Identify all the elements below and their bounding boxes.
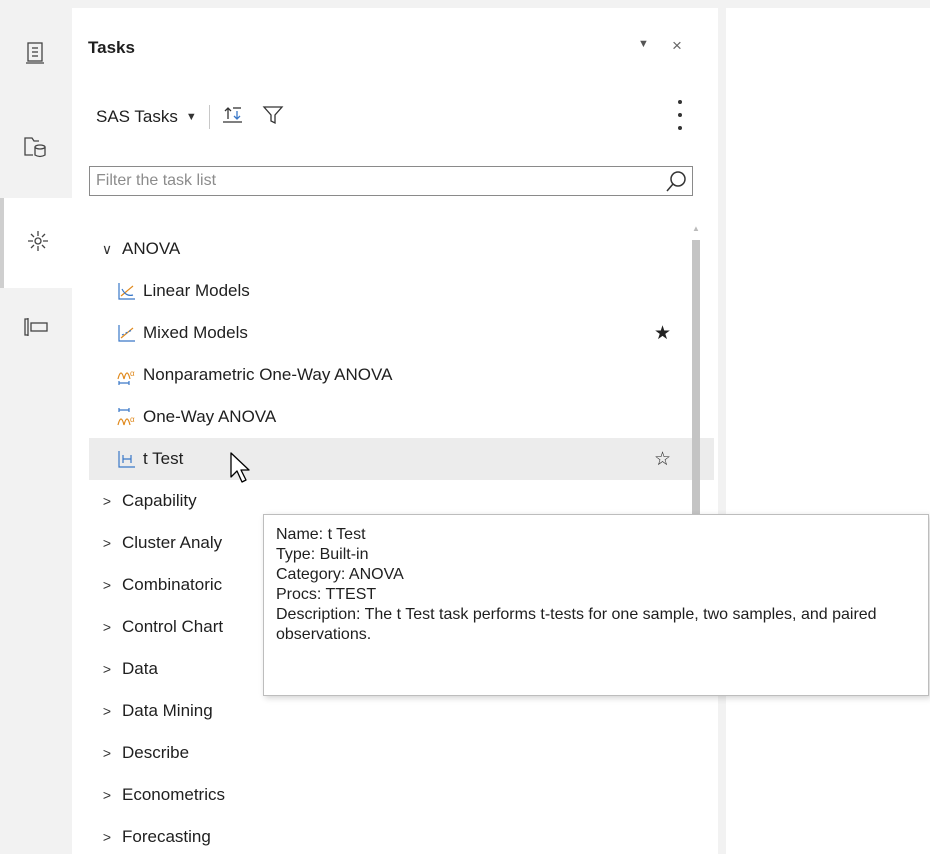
tooltip-name: Name: t Test — [276, 526, 366, 543]
panel-title: Tasks — [88, 38, 135, 57]
filter-icon[interactable] — [262, 104, 284, 131]
chevron-right-icon[interactable]: > — [97, 661, 117, 677]
tree-item-label: One-Way ANOVA — [143, 407, 277, 426]
editor-pane — [726, 8, 930, 854]
toolbar-separator — [208, 105, 210, 129]
mouse-pointer-icon — [229, 451, 259, 496]
one-way-anova-icon: α — [117, 407, 137, 427]
top-border — [72, 0, 930, 8]
chevron-right-icon[interactable]: > — [97, 577, 117, 593]
tree-group-label: Describe — [122, 743, 190, 762]
tree-group-label: Econometrics — [122, 785, 225, 804]
chevron-right-icon[interactable]: > — [97, 787, 117, 803]
tree-item-nonparametric-anova[interactable]: α Nonparametric One-Way ANOVA — [89, 354, 714, 396]
snippets-icon — [23, 316, 49, 343]
tree-item-one-way-anova[interactable]: α One-Way ANOVA — [89, 396, 714, 438]
rail-button-libraries[interactable] — [0, 104, 72, 194]
chevron-right-icon[interactable]: > — [97, 829, 117, 845]
tooltip-type: Type: Built-in — [276, 546, 369, 563]
kebab-menu-icon[interactable] — [672, 100, 688, 130]
tree-item-linear-models[interactable]: Linear Models — [89, 270, 714, 312]
chevron-right-icon[interactable]: > — [97, 703, 117, 719]
tree-group-label: Cluster Analy — [122, 533, 223, 552]
t-test-icon — [117, 449, 137, 469]
panel-divider[interactable] — [718, 0, 726, 854]
chevron-down-icon[interactable]: ∨ — [97, 241, 117, 258]
scroll-up-icon[interactable]: ▲ — [690, 224, 702, 233]
tooltip-description: Description: The t Test task performs t-… — [276, 606, 877, 643]
close-icon[interactable]: × — [672, 36, 682, 56]
panel-menu-button[interactable]: ▼ — [638, 38, 649, 50]
rail-button-document[interactable] — [0, 10, 72, 100]
filter-input[interactable] — [90, 168, 662, 194]
task-filter-field — [89, 166, 693, 196]
folder-database-icon — [23, 135, 49, 164]
tree-group-label: Forecasting — [122, 827, 211, 846]
task-source-select[interactable]: SAS Tasks — [96, 107, 178, 127]
chevron-right-icon[interactable]: > — [97, 619, 117, 635]
chevron-right-icon[interactable]: > — [97, 535, 117, 551]
tree-item-label: t Test — [143, 449, 184, 468]
search-icon[interactable] — [664, 170, 688, 199]
tree-group-econometrics[interactable]: > Econometrics — [89, 774, 686, 816]
tree-group-label: ANOVA — [122, 239, 181, 258]
document-icon — [25, 41, 47, 70]
tree-group-label: Data Mining — [122, 701, 213, 720]
tasks-icon — [25, 228, 51, 259]
tasks-toolbar: SAS Tasks ▼ — [96, 104, 284, 130]
tooltip-category: Category: ANOVA — [276, 566, 404, 583]
svg-text:α: α — [130, 369, 135, 378]
activity-rail — [0, 0, 72, 854]
task-tooltip: Name: t Test Type: Built-in Category: AN… — [263, 514, 929, 696]
mixed-models-icon — [117, 323, 137, 343]
tree-item-label: Nonparametric One-Way ANOVA — [143, 365, 393, 384]
chevron-right-icon[interactable]: > — [97, 493, 117, 509]
chevron-down-icon[interactable]: ▼ — [186, 111, 197, 123]
tree-group-describe[interactable]: > Describe — [89, 732, 686, 774]
tree-group-label: Combinatoric — [122, 575, 223, 594]
chevron-right-icon[interactable]: > — [97, 745, 117, 761]
tree-group-label: Control Chart — [122, 617, 224, 636]
nonparametric-anova-icon: α — [117, 365, 137, 385]
linear-models-icon — [117, 281, 137, 301]
tree-group-anova[interactable]: ∨ ANOVA — [89, 228, 686, 270]
rail-button-snippets[interactable] — [0, 284, 72, 374]
tree-group-label: Data — [122, 659, 158, 678]
tooltip-procs: Procs: TTEST — [276, 586, 377, 603]
rail-button-tasks[interactable] — [0, 198, 72, 288]
sort-icon[interactable] — [222, 104, 244, 131]
tree-group-data-mining[interactable]: > Data Mining — [89, 690, 686, 732]
favorite-star-empty-icon[interactable]: ☆ — [654, 448, 671, 471]
tree-group-label: Capability — [122, 491, 197, 510]
tree-item-mixed-models[interactable]: Mixed Models ★ — [89, 312, 714, 354]
svg-text:α: α — [130, 415, 135, 424]
tree-item-label: Mixed Models — [143, 323, 248, 342]
tree-item-t-test[interactable]: t Test ☆ — [89, 438, 714, 480]
favorite-star-filled-icon[interactable]: ★ — [654, 322, 671, 345]
tree-group-forecasting[interactable]: > Forecasting — [89, 816, 686, 858]
tree-item-label: Linear Models — [143, 281, 250, 300]
